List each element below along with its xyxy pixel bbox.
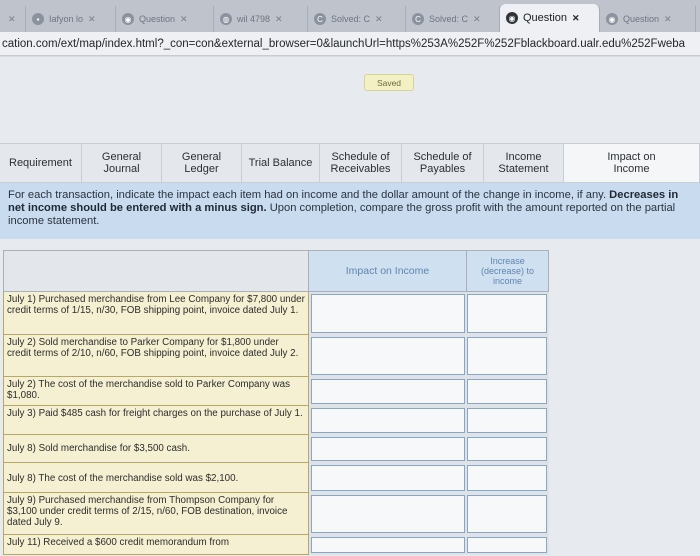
tab-income-statement[interactable]: Income Statement [484,144,564,182]
impact-select[interactable] [309,493,467,535]
transaction-description: July 8) The cost of the merchandise sold… [3,463,309,493]
browser-tab-7[interactable]: ◉ Question ✕ [600,6,696,32]
tab-impact-on-income[interactable]: Impact on Income [564,144,700,182]
table-header: Impact on Income Increase (decrease) to … [3,250,549,292]
close-icon[interactable]: ✕ [572,13,580,24]
impact-select-box[interactable] [311,437,465,461]
impact-select-box[interactable] [311,537,465,553]
tab-label: Solved: C [429,14,469,24]
tab-label: Solved: C [331,14,371,24]
impact-select[interactable] [309,535,467,555]
table-row: July 3) Paid $485 cash for freight charg… [3,406,549,435]
header-blank [3,250,309,292]
table-row: July 1) Purchased merchandise from Lee C… [3,292,549,335]
url-text: cation.com/ext/map/index.html?_con=con&e… [2,37,686,50]
close-icon[interactable]: ✕ [88,14,96,25]
close-icon[interactable]: ✕ [8,14,16,25]
tab-label: Question [139,14,176,24]
amount-input-box[interactable] [467,495,547,533]
chegg-icon: ◉ [122,13,134,25]
header-increase-decrease: Increase (decrease) to income [467,250,549,292]
tab-label: Question [523,12,568,24]
impact-select-box[interactable] [311,294,465,333]
chegg-icon: ◉ [506,12,518,24]
instructions: For each transaction, indicate the impac… [0,183,700,239]
close-icon[interactable]: ✕ [375,14,383,25]
amount-input[interactable] [467,463,549,493]
header-impact-on-income: Impact on Income [309,250,467,292]
transaction-description: July 8) Sold merchandise for $3,500 cash… [3,435,309,463]
amount-input-box[interactable] [467,337,547,375]
amount-input-box[interactable] [467,537,547,553]
tab-requirement[interactable]: Requirement [0,144,82,182]
transaction-description: July 2) Sold merchandise to Parker Compa… [3,335,309,377]
transaction-description: July 2) The cost of the merchandise sold… [3,377,309,406]
chegg-icon: ◉ [606,13,618,25]
amount-input-box[interactable] [467,465,547,491]
transaction-description: July 11) Received a $600 credit memorand… [3,535,309,555]
impact-select-box[interactable] [311,379,465,404]
page-icon: ▪ [32,13,44,25]
browser-tab-1[interactable]: ▪ Iafyon lo ✕ [26,6,116,32]
tab-trial-balance[interactable]: Trial Balance [242,144,320,182]
browser-tab-strip: ✕ ▪ Iafyon lo ✕ ◉ Question ✕ ◍ wil 4798 ✕ C Sol… [0,0,700,32]
c-icon: C [314,13,326,25]
tab-label: Question [623,14,660,24]
amount-input[interactable] [467,406,549,435]
close-icon[interactable]: ✕ [180,14,188,25]
c-icon: C [412,13,424,25]
amount-input[interactable] [467,435,549,463]
close-icon[interactable]: ✕ [664,14,672,25]
amount-input[interactable] [467,377,549,406]
tab-label: wil 4798 [237,14,271,24]
impact-select-box[interactable] [311,495,465,533]
transaction-description: July 1) Purchased merchandise from Lee C… [3,292,309,335]
table-row: July 8) The cost of the merchandise sold… [3,463,549,493]
tab-schedule-of-payables[interactable]: Schedule of Payables [402,144,484,182]
close-icon[interactable]: ✕ [473,14,481,25]
impact-select[interactable] [309,377,467,406]
tab-schedule-of-receivables[interactable]: Schedule of Receivables [320,144,402,182]
tab-label: Iafyon lo [49,14,84,24]
table-row: July 2) Sold merchandise to Parker Compa… [3,335,549,377]
close-icon[interactable]: ✕ [275,14,283,25]
impact-select-box[interactable] [311,337,465,375]
impact-select-box[interactable] [311,408,465,433]
amount-input-box[interactable] [467,379,547,404]
saved-badge: Saved [364,74,414,91]
impact-table: Impact on Income Increase (decrease) to … [3,250,549,555]
transaction-description: July 3) Paid $485 cash for freight charg… [3,406,309,435]
impact-select[interactable] [309,463,467,493]
impact-select[interactable] [309,292,467,335]
table-row: July 2) The cost of the merchandise sold… [3,377,549,406]
amount-input[interactable] [467,535,549,555]
browser-tab-active[interactable]: ◉ Question ✕ [500,4,600,32]
tab-close-left[interactable]: ✕ [2,6,26,32]
question-tabs: Requirement General Journal General Ledg… [0,143,700,183]
browser-tab-3[interactable]: ◍ wil 4798 ✕ [214,6,308,32]
transaction-description: July 9) Purchased merchandise from Thomp… [3,493,309,535]
table-row: July 8) Sold merchandise for $3,500 cash… [3,435,549,463]
amount-input-box[interactable] [467,408,547,433]
impact-select-box[interactable] [311,465,465,491]
amount-input-box[interactable] [467,437,547,461]
browser-tab-5[interactable]: C Solved: C ✕ [406,6,500,32]
browser-tab-4[interactable]: C Solved: C ✕ [308,6,406,32]
impact-select[interactable] [309,435,467,463]
browser-tab-2[interactable]: ◉ Question ✕ [116,6,214,32]
amount-input[interactable] [467,493,549,535]
address-bar[interactable]: cation.com/ext/map/index.html?_con=con&e… [0,32,700,56]
tab-general-ledger[interactable]: General Ledger [162,144,242,182]
amount-input[interactable] [467,292,549,335]
impact-select[interactable] [309,406,467,435]
impact-select[interactable] [309,335,467,377]
table-row: July 9) Purchased merchandise from Thomp… [3,493,549,535]
page-content: Saved Requirement General Journal Genera… [0,57,700,556]
amount-input[interactable] [467,335,549,377]
amount-input-box[interactable] [467,294,547,333]
tab-general-journal[interactable]: General Journal [82,144,162,182]
globe-icon: ◍ [220,13,232,25]
table-row: July 11) Received a $600 credit memorand… [3,535,549,555]
